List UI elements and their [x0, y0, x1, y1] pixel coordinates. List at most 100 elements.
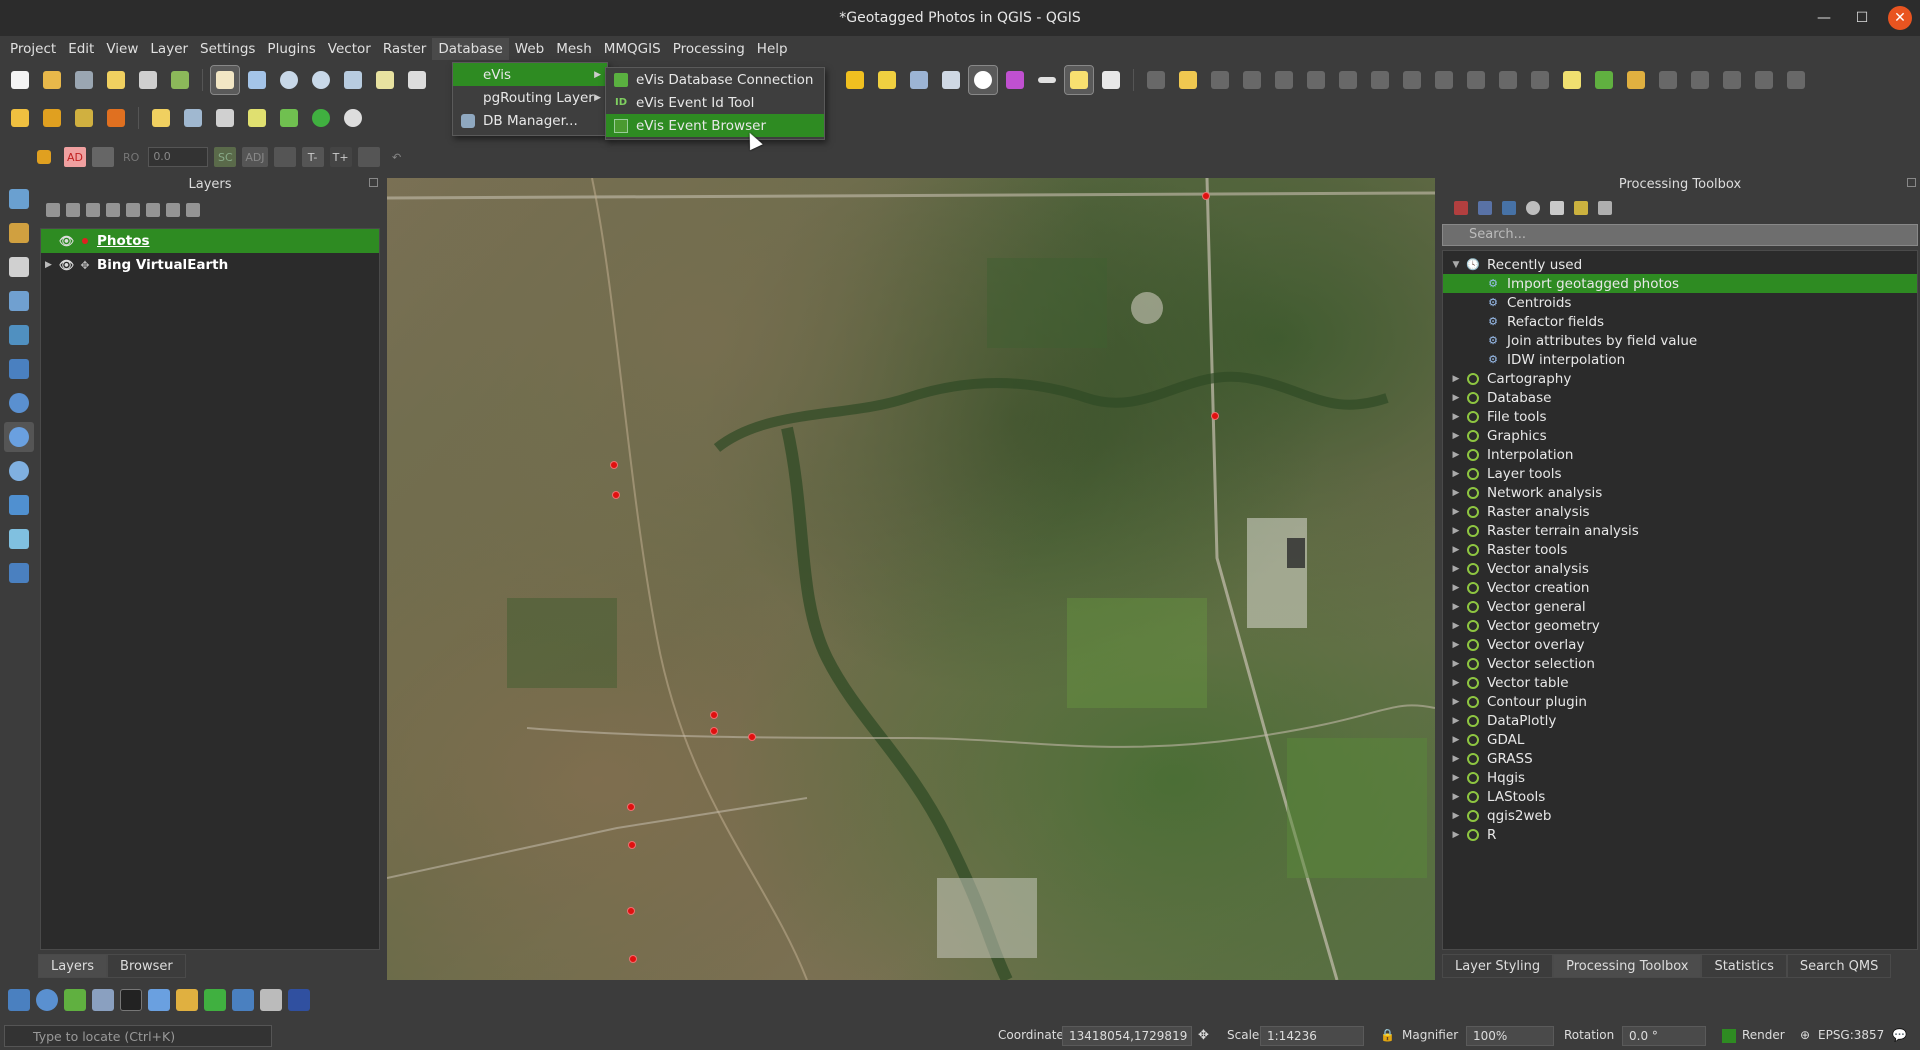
sc-toggle[interactable]: SC — [214, 147, 237, 167]
collapsed-arrow-icon[interactable]: ▶ — [1443, 811, 1461, 821]
menu-web[interactable]: Web — [509, 38, 550, 60]
evis-toolbar-icon[interactable] — [232, 989, 254, 1011]
grid-icon[interactable] — [260, 989, 282, 1011]
tree-group-provider[interactable]: ▶ Database — [1443, 388, 1917, 407]
collapsed-arrow-icon[interactable]: ▶ — [1443, 792, 1461, 802]
add-group-icon[interactable] — [66, 203, 80, 217]
parallel-toggle[interactable] — [92, 147, 114, 167]
tab-layers[interactable]: Layers — [38, 954, 108, 978]
menu-view[interactable]: View — [100, 38, 144, 60]
hqgis-icon[interactable] — [243, 104, 271, 132]
scripts-icon[interactable] — [1478, 201, 1492, 215]
manage-map-themes-icon[interactable] — [86, 203, 100, 217]
collapsed-arrow-icon[interactable]: ▶ — [1443, 773, 1461, 783]
zoom-in-icon[interactable] — [275, 66, 303, 94]
expanded-arrow-icon[interactable]: ▼ — [1443, 260, 1461, 270]
add-mssql-icon[interactable] — [4, 320, 34, 350]
collapsed-arrow-icon[interactable]: ▶ — [1443, 602, 1461, 612]
attribute-table-icon[interactable] — [905, 66, 933, 94]
tree-item-recent-algorithm[interactable]: ⚙ Import geotagged photos — [1443, 274, 1917, 293]
tab-search-qms[interactable]: Search QMS — [1786, 954, 1892, 978]
select-features-icon[interactable] — [147, 104, 175, 132]
add-delimited-text-icon[interactable] — [4, 252, 34, 282]
collapsed-arrow-icon[interactable]: ▶ — [1443, 507, 1461, 517]
coordinate-field[interactable]: 13418054,1729819 — [1062, 1026, 1192, 1046]
close-icon[interactable]: ✕ — [1888, 6, 1912, 30]
collapsed-arrow-icon[interactable]: ▶ — [1443, 488, 1461, 498]
render-checkbox[interactable] — [1722, 1029, 1736, 1043]
menu-project[interactable]: Project — [4, 38, 62, 60]
t-plus-button[interactable]: T+ — [329, 147, 352, 167]
crs-label[interactable]: EPSG:3857 — [1818, 1028, 1884, 1042]
refresh-icon[interactable] — [339, 104, 367, 132]
collapsed-arrow-icon[interactable]: ▶ — [1443, 431, 1461, 441]
panel-float-icon[interactable] — [369, 178, 378, 187]
add-raster-layer-icon[interactable] — [102, 104, 130, 132]
tree-group-provider[interactable]: ▶ Layer tools — [1443, 464, 1917, 483]
edit-features-in-place-icon[interactable] — [1574, 201, 1588, 215]
menu-edit[interactable]: Edit — [62, 38, 100, 60]
pin-labels-icon[interactable] — [1654, 66, 1682, 94]
layer-item-bing-virtualearth[interactable]: ▶ 👁 ✥ Bing VirtualEarth — [41, 253, 379, 277]
tree-group-provider[interactable]: ▶ Cartography — [1443, 369, 1917, 388]
current-edits-icon[interactable] — [1142, 66, 1170, 94]
menu-item-evis-event-browser[interactable]: eVis Event Browser — [606, 114, 824, 137]
add-wfs-icon[interactable] — [4, 218, 34, 248]
magnifier-spinbox[interactable]: 100% — [1466, 1026, 1554, 1046]
data-source-manager-icon[interactable] — [6, 104, 34, 132]
rotation-spinbox[interactable]: 0.0 ° — [1622, 1026, 1706, 1046]
copy-icon[interactable] — [1430, 66, 1458, 94]
add-xyz-icon[interactable] — [4, 456, 34, 486]
collapsed-arrow-icon[interactable]: ▶ — [1443, 450, 1461, 460]
collapsed-arrow-icon[interactable]: ▶ — [1443, 412, 1461, 422]
help-icon[interactable] — [4, 558, 34, 588]
cad-toggle-icon[interactable] — [30, 143, 58, 171]
tab-browser[interactable]: Browser — [107, 954, 186, 978]
tracing-toggle[interactable] — [357, 147, 380, 167]
rotate-label-icon[interactable] — [1750, 66, 1778, 94]
zoom-to-selection-icon[interactable] — [371, 66, 399, 94]
menu-settings[interactable]: Settings — [194, 38, 261, 60]
panel-float-icon[interactable] — [1907, 178, 1916, 187]
vertex-tool-icon[interactable] — [1270, 66, 1298, 94]
statistics-summary-icon[interactable] — [1001, 66, 1029, 94]
tree-group-provider[interactable]: ▶ Vector table — [1443, 673, 1917, 692]
qfield-sync-icon[interactable] — [64, 989, 86, 1011]
python-icon[interactable] — [1502, 201, 1516, 215]
tree-group-provider[interactable]: ▶ qgis2web — [1443, 806, 1917, 825]
collapsed-arrow-icon[interactable]: ▶ — [1443, 678, 1461, 688]
tree-group-provider[interactable]: ▶ Vector selection — [1443, 654, 1917, 673]
plugin-reloader-icon[interactable] — [120, 989, 142, 1011]
expand-all-icon[interactable] — [146, 203, 160, 217]
menu-database[interactable]: Database — [432, 38, 509, 60]
tree-group-recently-used[interactable]: ▼ 🕓 Recently used — [1443, 255, 1917, 274]
quickmapservices-icon[interactable] — [92, 989, 114, 1011]
menu-item-pgrouting[interactable]: pgRouting Layer ▶ — [453, 86, 607, 109]
open-project-icon[interactable] — [38, 66, 66, 94]
new-layer-icon[interactable] — [275, 104, 303, 132]
menu-mmqgis[interactable]: MMQGIS — [598, 38, 667, 60]
tree-group-provider[interactable]: ▶ Vector analysis — [1443, 559, 1917, 578]
processing-search-input[interactable]: Search... — [1442, 224, 1918, 246]
tree-item-recent-algorithm[interactable]: ⚙ IDW interpolation — [1443, 350, 1917, 369]
add-wcs-icon[interactable] — [4, 388, 34, 418]
tree-group-provider[interactable]: ▶ Vector geometry — [1443, 616, 1917, 635]
tree-item-recent-algorithm[interactable]: ⚙ Centroids — [1443, 293, 1917, 312]
paste-features-icon[interactable] — [1462, 66, 1490, 94]
tree-group-provider[interactable]: ▶ Raster terrain analysis — [1443, 521, 1917, 540]
maximize-icon[interactable]: ☐ — [1850, 6, 1874, 30]
add-vector-tile-icon[interactable] — [4, 490, 34, 520]
tree-group-provider[interactable]: ▶ LAStools — [1443, 787, 1917, 806]
tree-group-provider[interactable]: ▶ Hqgis — [1443, 768, 1917, 787]
add-spatialite-icon[interactable] — [4, 286, 34, 316]
photo-point[interactable] — [628, 841, 636, 849]
tree-group-provider[interactable]: ▶ Contour plugin — [1443, 692, 1917, 711]
collapsed-arrow-icon[interactable]: ▶ — [1443, 393, 1461, 403]
history-icon[interactable] — [1526, 201, 1540, 215]
new-project-icon[interactable] — [6, 66, 34, 94]
photo-point[interactable] — [748, 733, 756, 741]
distance-spinbox[interactable]: 0.0 — [148, 147, 209, 167]
collapsed-arrow-icon[interactable]: ▶ — [1443, 545, 1461, 555]
processing-toolbox-icon[interactable] — [968, 65, 998, 95]
collapsed-arrow-icon[interactable]: ▶ — [1443, 583, 1461, 593]
